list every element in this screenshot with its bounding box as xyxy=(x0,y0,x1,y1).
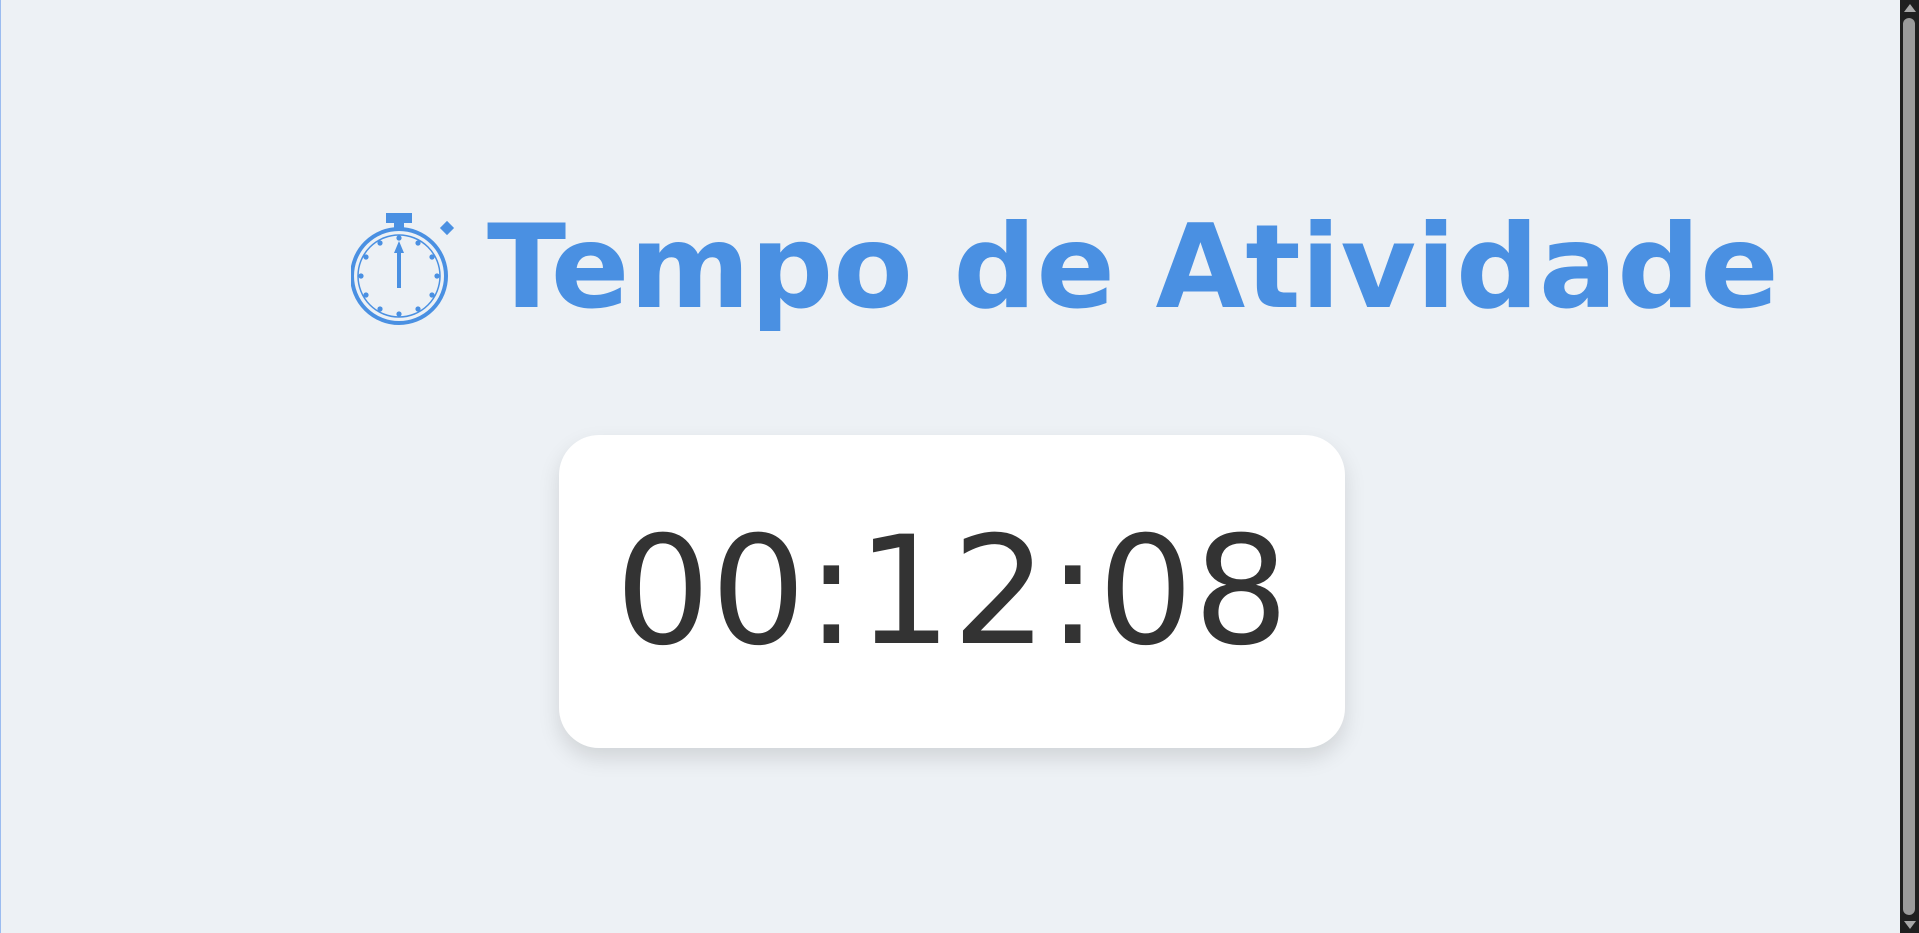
page-title: Tempo de Atividade xyxy=(351,198,1779,338)
elapsed-time-display: 00:12:08 xyxy=(615,504,1289,679)
vertical-scrollbar[interactable] xyxy=(1900,0,1919,933)
activity-timer-card: 00:12:08 xyxy=(559,435,1345,748)
scroll-down-arrow-icon[interactable] xyxy=(1904,921,1916,929)
stopwatch-icon xyxy=(351,210,457,326)
scrollbar-thumb[interactable] xyxy=(1903,18,1915,915)
scroll-up-arrow-icon[interactable] xyxy=(1904,4,1916,12)
activity-time-page: Tempo de Atividade 00:12:08 xyxy=(0,0,1900,933)
page-title-text: Tempo de Atividade xyxy=(487,199,1779,335)
